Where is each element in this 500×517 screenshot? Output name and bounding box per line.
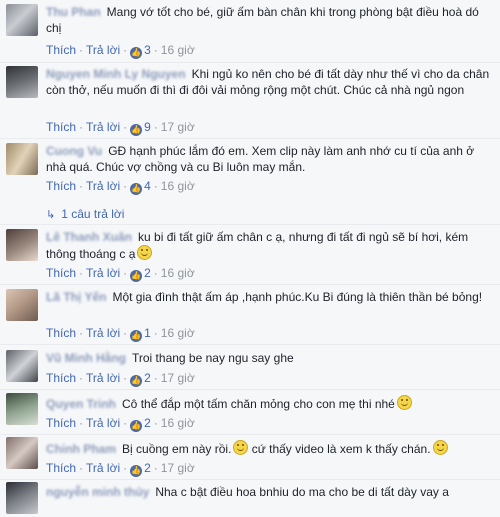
like-button[interactable]: Thích bbox=[46, 326, 76, 340]
like-count[interactable]: 1 bbox=[144, 326, 151, 340]
like-button[interactable]: Thích bbox=[46, 266, 76, 280]
timestamp[interactable]: 16 giờ bbox=[161, 416, 195, 430]
timestamp[interactable]: 16 giờ bbox=[161, 43, 195, 57]
like-button[interactable]: Thích bbox=[46, 179, 76, 193]
comment-text: Bị cuồng em này rồi. bbox=[122, 442, 232, 456]
avatar[interactable] bbox=[6, 393, 38, 425]
divider bbox=[0, 479, 500, 480]
reply-button[interactable]: Trả lời bbox=[86, 371, 120, 385]
smile-emoji-icon bbox=[432, 440, 448, 455]
like-count[interactable]: 4 bbox=[144, 179, 151, 193]
avatar[interactable] bbox=[6, 482, 38, 514]
avatar[interactable] bbox=[6, 66, 38, 98]
like-button[interactable]: Thích bbox=[46, 120, 76, 134]
like-count[interactable]: 2 bbox=[144, 371, 151, 385]
thumbs-up-icon: 👍 bbox=[130, 124, 143, 136]
divider bbox=[0, 344, 500, 345]
view-replies-link[interactable]: ↳ 1 câu trả lời bbox=[46, 207, 124, 221]
like-count[interactable]: 3 bbox=[144, 43, 151, 57]
divider bbox=[0, 138, 500, 139]
comment-author[interactable]: Nguyen Minh Ly Nguyen bbox=[46, 67, 186, 81]
divider bbox=[0, 434, 500, 435]
avatar[interactable] bbox=[6, 437, 38, 469]
smile-emoji-icon bbox=[233, 440, 249, 455]
like-button[interactable]: Thích bbox=[46, 371, 76, 385]
reply-button[interactable]: Trả lời bbox=[86, 120, 120, 134]
like-count[interactable]: 2 bbox=[144, 266, 151, 280]
comment-text: Troi thang be nay ngu say ghe bbox=[132, 351, 294, 365]
comment-text: Một gia đình thật ấm áp ,hạnh phúc.Ku Bi… bbox=[112, 290, 483, 304]
timestamp[interactable]: 16 giờ bbox=[161, 326, 195, 340]
divider bbox=[0, 389, 500, 390]
comment-text: Nha c bật điều hoa bnhiu do ma cho be di… bbox=[155, 485, 449, 499]
like-count[interactable]: 9 bbox=[144, 120, 151, 134]
comment-text-continued: cứ thấy video là xem k thấy chán. bbox=[248, 442, 431, 456]
avatar[interactable] bbox=[6, 143, 38, 175]
thumbs-up-icon: 👍 bbox=[130, 420, 143, 432]
timestamp[interactable]: 17 giờ bbox=[161, 371, 195, 385]
divider bbox=[0, 62, 500, 63]
timestamp[interactable]: 16 giờ bbox=[161, 266, 195, 280]
timestamp[interactable]: 17 giờ bbox=[161, 461, 195, 475]
reply-button[interactable]: Trả lời bbox=[86, 416, 120, 430]
comment-author[interactable]: Chinh Pham bbox=[46, 442, 116, 456]
smile-emoji-icon bbox=[137, 245, 153, 260]
reply-button[interactable]: Trả lời bbox=[86, 43, 120, 57]
smile-emoji-icon bbox=[396, 395, 412, 410]
thumbs-up-icon: 👍 bbox=[130, 330, 143, 342]
like-count[interactable]: 2 bbox=[144, 461, 151, 475]
timestamp[interactable]: 17 giờ bbox=[161, 120, 195, 134]
avatar[interactable] bbox=[6, 229, 38, 261]
divider bbox=[0, 224, 500, 225]
reply-count-label[interactable]: 1 câu trả lời bbox=[61, 207, 124, 221]
comment-text: Cô thể đắp một tấm chăn mỏng cho con mẹ … bbox=[122, 397, 395, 411]
avatar[interactable] bbox=[6, 350, 38, 382]
thumbs-up-icon: 👍 bbox=[130, 375, 143, 387]
comment-author[interactable]: nguyễn minh thủy bbox=[46, 485, 149, 499]
like-button[interactable]: Thích bbox=[46, 416, 76, 430]
comment-author[interactable]: Quyen Trinh bbox=[46, 397, 116, 411]
reply-button[interactable]: Trả lời bbox=[86, 461, 120, 475]
divider bbox=[0, 284, 500, 285]
comment-author[interactable]: Vũ Minh Hằng bbox=[46, 351, 126, 365]
reply-button[interactable]: Trả lời bbox=[86, 266, 120, 280]
comment-text: Mang vớ tốt cho bé, giữ ấm bàn chân khi … bbox=[46, 5, 479, 35]
timestamp[interactable]: 16 giờ bbox=[161, 179, 195, 193]
thumbs-up-icon: 👍 bbox=[130, 47, 143, 59]
comment-author[interactable]: Lê Thanh Xuân bbox=[46, 230, 132, 244]
thumbs-up-icon: 👍 bbox=[130, 183, 143, 195]
comment-author[interactable]: Lã Thị Yến bbox=[46, 290, 106, 304]
reply-button[interactable]: Trả lời bbox=[86, 179, 120, 193]
reply-arrow-icon: ↳ bbox=[46, 209, 56, 221]
comment-text: GĐ hạnh phúc lắm đó em. Xem clip này làm… bbox=[46, 144, 475, 174]
avatar[interactable] bbox=[6, 4, 38, 36]
comment-author[interactable]: Thu Phan bbox=[46, 5, 101, 19]
like-count[interactable]: 2 bbox=[144, 416, 151, 430]
like-button[interactable]: Thích bbox=[46, 461, 76, 475]
avatar[interactable] bbox=[6, 289, 38, 321]
thumbs-up-icon: 👍 bbox=[130, 465, 143, 477]
like-button[interactable]: Thích bbox=[46, 43, 76, 57]
thumbs-up-icon: 👍 bbox=[130, 270, 143, 282]
reply-button[interactable]: Trả lời bbox=[86, 326, 120, 340]
comment-author[interactable]: Cuong Vu bbox=[46, 144, 102, 158]
